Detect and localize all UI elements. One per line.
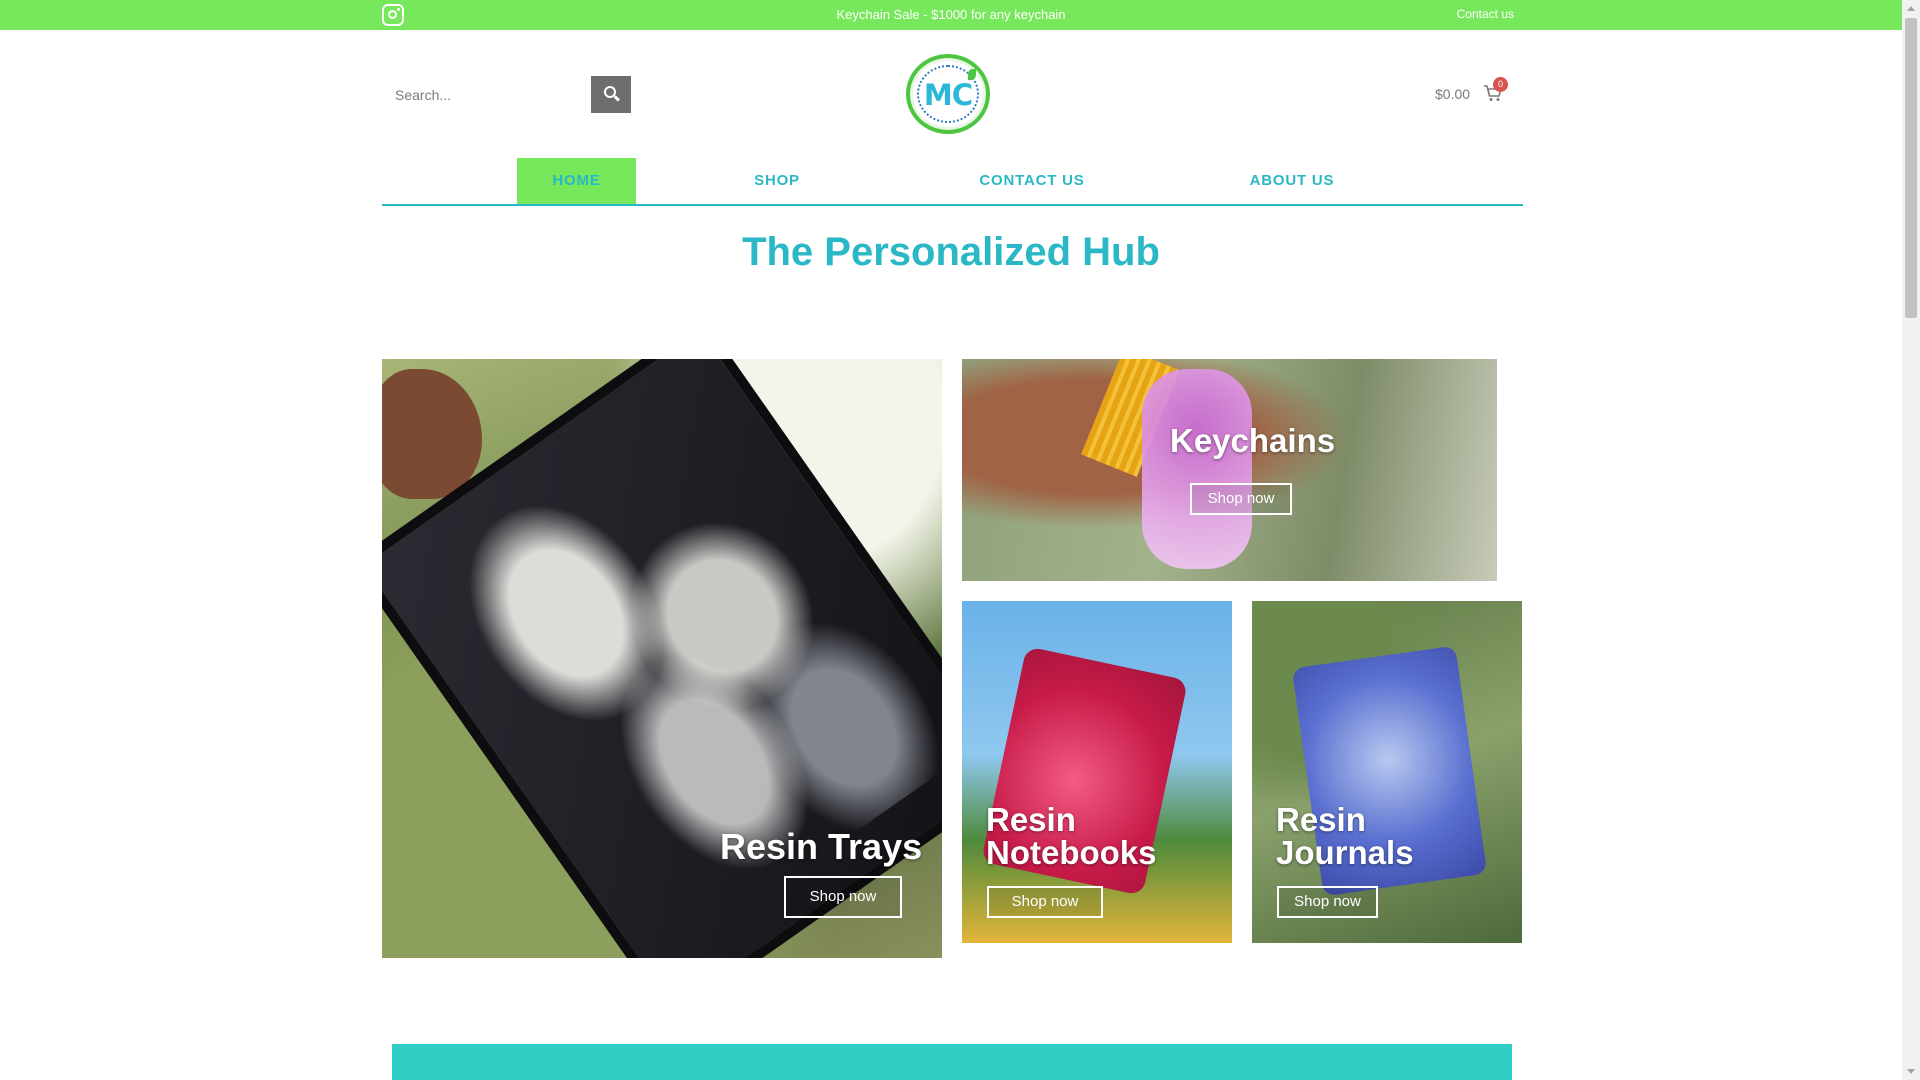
main-nav: HOME SHOP CONTACT US ABOUT US (382, 158, 1523, 206)
search-button[interactable] (591, 76, 631, 113)
scroll-up-icon[interactable] (1907, 6, 1915, 11)
contact-us-link[interactable]: Contact us (1457, 7, 1514, 21)
nav-item-home[interactable]: HOME (517, 158, 636, 204)
page: Keychain Sale - $1000 for any keychain C… (0, 0, 1920, 1080)
scrollbar[interactable] (1902, 0, 1920, 1080)
scroll-thumb[interactable] (1905, 18, 1917, 318)
cart-total[interactable]: $0.00 (1435, 86, 1470, 102)
announcement-bar: Keychain Sale - $1000 for any keychain C… (0, 0, 1902, 30)
tile-title-resin-notebooks: Resin Notebooks (986, 801, 1157, 871)
scroll-down-icon[interactable] (1907, 1069, 1915, 1074)
nav-item-contact-us[interactable]: CONTACT US (962, 158, 1102, 204)
shop-now-button-resin-notebooks[interactable]: Shop now (987, 886, 1103, 918)
category-tile-resin-trays[interactable]: Resin Trays Shop now (382, 359, 942, 958)
hand-image (382, 369, 482, 499)
tile-title-resin-trays: Resin Trays (720, 826, 923, 867)
tray-swirl-pattern (411, 374, 942, 958)
nav-item-about-us[interactable]: ABOUT US (1227, 158, 1357, 204)
category-tile-keychains[interactable]: Keychains Shop now (962, 359, 1497, 581)
sale-announcement: Keychain Sale - $1000 for any keychain (836, 7, 1066, 22)
site-logo[interactable]: MC (906, 54, 990, 134)
teal-section-band (392, 1044, 1512, 1080)
search-input[interactable] (382, 76, 592, 114)
keychain-charm-image (1142, 369, 1252, 569)
shop-now-button-keychains[interactable]: Shop now (1190, 483, 1292, 515)
logo-text: MC (923, 78, 973, 112)
cart-count-badge: 0 (1493, 77, 1508, 92)
nav-item-shop[interactable]: SHOP (722, 158, 832, 204)
page-title: The Personalized Hub (742, 230, 1160, 274)
tile-title-keychains: Keychains (1170, 422, 1336, 459)
shop-now-button-resin-trays[interactable]: Shop now (784, 876, 902, 918)
category-tile-resin-notebooks[interactable]: Resin Notebooks Shop now (962, 601, 1232, 943)
shop-now-button-resin-journals[interactable]: Shop now (1277, 886, 1378, 918)
search-icon-handle (613, 95, 621, 102)
tile-title-resin-journals: Resin Journals (1276, 801, 1414, 871)
category-tile-resin-journals[interactable]: Resin Journals Shop now (1252, 601, 1522, 943)
